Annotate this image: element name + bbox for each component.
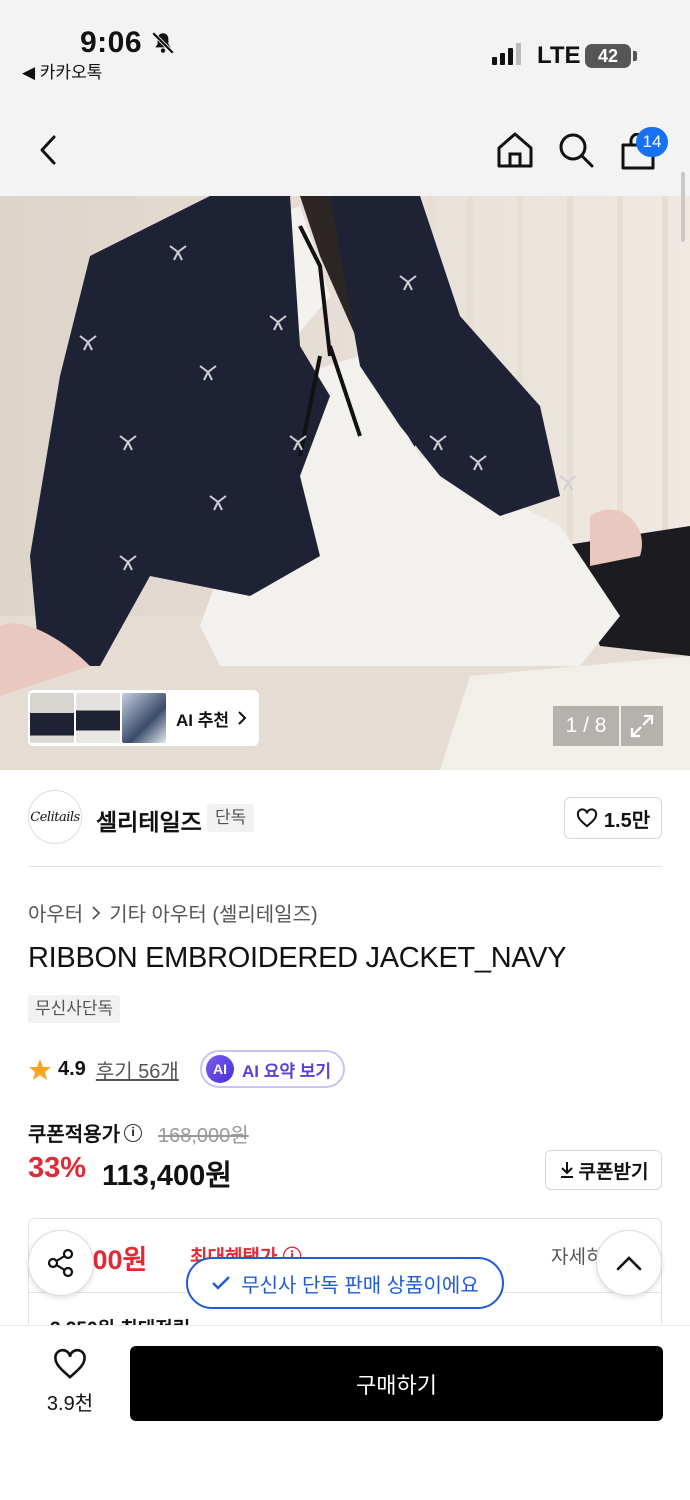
ai-recommend-button[interactable]: AI 추천 bbox=[176, 706, 247, 731]
final-price: 113,400원 bbox=[102, 1160, 232, 1192]
ai-recommend-label: AI 추천 bbox=[176, 710, 230, 730]
brand-logo[interactable]: Celitails bbox=[28, 790, 82, 844]
musinsa-exclusive-tag: 무신사단독 bbox=[28, 995, 121, 1023]
info-icon[interactable]: i bbox=[124, 1123, 142, 1142]
status-bar: 9:06 ◀ 카카오톡 LTE 42 bbox=[0, 0, 690, 100]
ai-summary-label: AI 요약 보기 bbox=[242, 1061, 332, 1081]
cart-count-badge: 14 bbox=[636, 127, 668, 157]
expand-icon bbox=[630, 714, 654, 738]
product-image-gallery[interactable]: 1 / 8 bbox=[0, 196, 690, 770]
back-button[interactable] bbox=[24, 126, 72, 174]
network-label: LTE bbox=[537, 42, 581, 69]
recommend-thumb-1[interactable] bbox=[30, 693, 74, 743]
buy-button[interactable]: 구매하기 bbox=[130, 1346, 663, 1421]
home-icon bbox=[497, 132, 533, 168]
back-to-kakaotalk[interactable]: ◀ 카카오톡 bbox=[22, 58, 102, 83]
rating-score: 4.9 bbox=[58, 1058, 86, 1080]
recommend-thumb-3[interactable] bbox=[122, 693, 166, 743]
product-photo bbox=[0, 196, 690, 770]
top-nav bbox=[0, 100, 690, 196]
coupon-price-text: 쿠폰적용가 bbox=[28, 1124, 120, 1146]
heart-icon bbox=[54, 1348, 86, 1379]
recommend-thumb-2[interactable] bbox=[76, 693, 120, 743]
chevron-right-icon bbox=[92, 905, 101, 920]
brand-name[interactable]: 셀리테일즈 bbox=[96, 803, 202, 837]
brand-like-button[interactable]: 1.5만 bbox=[564, 797, 662, 839]
rating: 4.9 후기 56개 bbox=[28, 1055, 179, 1084]
search-button[interactable] bbox=[552, 126, 600, 174]
chevron-right-icon bbox=[238, 711, 247, 725]
signal-icon bbox=[492, 43, 521, 65]
exclusive-tag: 단독 bbox=[207, 804, 255, 832]
toast-text: 무신사 단독 판매 상품이에요 bbox=[241, 1274, 479, 1297]
battery-tip bbox=[633, 51, 637, 61]
breadcrumb-subcategory[interactable]: 기타 아우터 (셀리테일즈) bbox=[109, 898, 317, 927]
chevron-left-icon bbox=[40, 135, 56, 165]
battery-icon: 42 bbox=[585, 44, 631, 68]
star-icon bbox=[29, 1058, 51, 1080]
share-button[interactable] bbox=[28, 1230, 94, 1296]
bell-muted-icon bbox=[151, 31, 175, 55]
coupon-price-label: 쿠폰적용가 i bbox=[28, 1118, 142, 1147]
share-icon bbox=[47, 1248, 74, 1278]
breadcrumb: 아우터 기타 아우터 (셀리테일즈) bbox=[28, 898, 318, 927]
heart-icon bbox=[576, 808, 597, 828]
expand-image-button[interactable] bbox=[621, 706, 663, 746]
exclusive-toast: 무신사 단독 판매 상품이에요 bbox=[186, 1257, 504, 1309]
search-icon bbox=[559, 133, 594, 168]
scrollbar[interactable] bbox=[681, 172, 685, 242]
breadcrumb-category[interactable]: 아우터 bbox=[28, 898, 83, 927]
ai-badge-icon: AI bbox=[206, 1055, 234, 1083]
scroll-top-button[interactable] bbox=[596, 1230, 662, 1296]
wishlist-button[interactable]: 3.9천 bbox=[38, 1348, 102, 1416]
reviews-link[interactable]: 후기 56개 bbox=[96, 1055, 179, 1084]
wishlist-count: 3.9천 bbox=[46, 1393, 94, 1415]
download-icon bbox=[560, 1162, 573, 1178]
status-time: 9:06 bbox=[80, 26, 143, 59]
divider bbox=[28, 866, 662, 867]
chevron-up-icon bbox=[616, 1256, 642, 1271]
discount-rate: 33% bbox=[28, 1152, 87, 1184]
ai-summary-button[interactable]: AI AI 요약 보기 bbox=[200, 1050, 346, 1088]
original-price: 168,000원 bbox=[158, 1125, 249, 1147]
get-coupon-button[interactable]: 쿠폰받기 bbox=[545, 1150, 662, 1190]
check-icon bbox=[212, 1276, 231, 1290]
ai-recommend-strip[interactable]: AI 추천 bbox=[28, 690, 259, 746]
image-pager: 1 / 8 bbox=[553, 706, 619, 746]
home-button[interactable] bbox=[491, 126, 539, 174]
get-coupon-label: 쿠폰받기 bbox=[578, 1161, 649, 1183]
product-title: RIBBON EMBROIDERED JACKET_NAVY bbox=[28, 942, 567, 974]
brand-like-count: 1.5만 bbox=[603, 809, 651, 832]
